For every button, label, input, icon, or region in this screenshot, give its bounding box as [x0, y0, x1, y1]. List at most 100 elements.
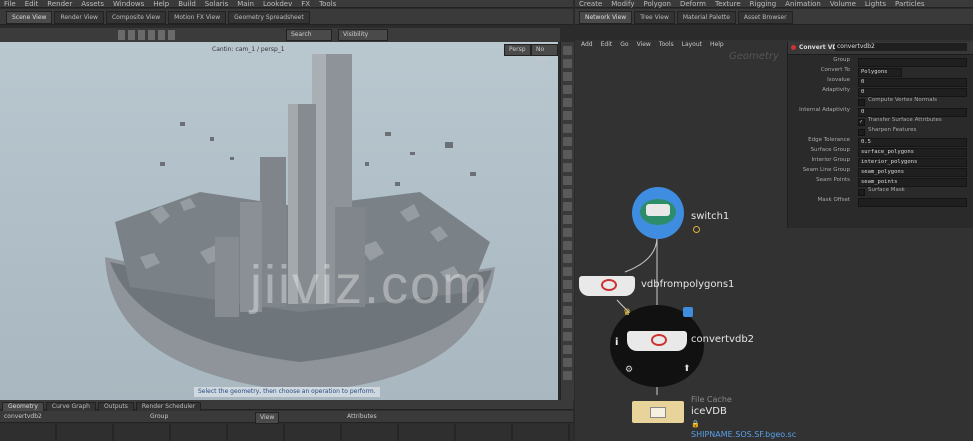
side-tool-icon[interactable]: [563, 254, 572, 263]
file-cache-node[interactable]: [632, 401, 684, 423]
parameter-checkbox[interactable]: [858, 99, 865, 106]
parameter-field[interactable]: seam_polygons: [858, 168, 967, 177]
side-tool-icon[interactable]: [563, 332, 572, 341]
side-tool-icon[interactable]: [563, 371, 572, 380]
shelf-tab-texture[interactable]: Texture: [715, 0, 741, 8]
parameter-checkbox-label: Surface Mask: [868, 187, 905, 193]
shelf-tab-deform[interactable]: Deform: [680, 0, 706, 8]
node-name-field[interactable]: convertvdb2: [835, 43, 967, 51]
side-tool-icon[interactable]: [563, 189, 572, 198]
3d-viewport[interactable]: Cantin: cam_1 / persp_1 Persp No cam jii…: [0, 42, 558, 400]
up-arrow-icon[interactable]: ⬆: [683, 364, 691, 374]
side-tool-icon[interactable]: [563, 280, 572, 289]
parameter-field[interactable]: interior_polygons: [858, 158, 967, 167]
side-tool-icon[interactable]: [563, 111, 572, 120]
parameter-label: Adaptivity: [822, 87, 850, 93]
parameter-field[interactable]: 0.5: [858, 138, 967, 147]
side-tool-icon[interactable]: [563, 163, 572, 172]
switch-flag-icon[interactable]: [693, 226, 700, 233]
menu-item-windows[interactable]: Windows: [113, 0, 144, 8]
shelf-tab-particles[interactable]: Particles: [895, 0, 925, 8]
spreadsheet-node-name[interactable]: convertvdb2: [4, 413, 42, 420]
vdbfrompolygons-node-label[interactable]: vdbfrompolygons1: [641, 279, 734, 290]
tab-network-view[interactable]: Network View: [579, 11, 633, 24]
side-tool-icon[interactable]: [563, 267, 572, 276]
parameter-field[interactable]: surface_polygons: [858, 148, 967, 157]
tab-tree-view[interactable]: Tree View: [634, 11, 675, 24]
side-tool-icon[interactable]: [563, 46, 572, 55]
menu-item-main[interactable]: Main: [237, 0, 254, 8]
shelf-tab-polygon[interactable]: Polygon: [643, 0, 671, 8]
side-tool-icon[interactable]: [563, 85, 572, 94]
menu-item-file[interactable]: File: [4, 0, 16, 8]
parameter-field[interactable]: [858, 58, 967, 67]
shelf-tab-rigging[interactable]: Rigging: [750, 0, 777, 8]
parameter-row: ✓ Transfer Surface Attributes: [788, 117, 973, 127]
side-tool-icon[interactable]: [563, 215, 572, 224]
tab-composite-view[interactable]: Composite View: [105, 11, 167, 24]
side-tool-icon[interactable]: [563, 228, 572, 237]
side-tool-icon[interactable]: [563, 72, 572, 81]
display-flag-icon[interactable]: [683, 307, 693, 317]
menu-item-fx[interactable]: FX: [301, 0, 310, 8]
tab-motion-fx-view[interactable]: Motion FX View: [168, 11, 227, 24]
side-tool-icon[interactable]: [563, 358, 572, 367]
side-tool-icon[interactable]: [563, 293, 572, 302]
tab-asset-browser[interactable]: Asset Browser: [737, 11, 793, 24]
lock-icon[interactable]: 🔒: [691, 420, 700, 428]
side-tool-icon[interactable]: [563, 345, 572, 354]
parameter-label: Seam Points: [816, 177, 850, 183]
parameter-checkbox[interactable]: [858, 129, 865, 136]
shelf-tab-lights[interactable]: Lights: [865, 0, 886, 8]
menu-item-build[interactable]: Build: [178, 0, 196, 8]
side-tool-icon[interactable]: [563, 150, 572, 159]
gear-icon[interactable]: ⚙: [625, 365, 633, 375]
parameter-field[interactable]: [858, 198, 967, 207]
side-tool-icon[interactable]: [563, 59, 572, 68]
menu-item-help[interactable]: Help: [153, 0, 169, 8]
parameter-field[interactable]: seam_points: [858, 178, 967, 187]
parameter-checkbox[interactable]: ✓: [858, 119, 865, 126]
vdbfrompolygons-node[interactable]: [579, 276, 635, 296]
convertvdb-node-label[interactable]: convertvdb2: [691, 334, 754, 345]
parameter-field[interactable]: 0: [858, 88, 967, 97]
switch-node[interactable]: [632, 187, 684, 239]
tab-geometry-spreadsheet[interactable]: Geometry Spreadsheet: [228, 11, 310, 24]
parameter-field[interactable]: Polygons: [858, 68, 902, 77]
display-options-icons[interactable]: [118, 30, 178, 40]
tab-material-palette[interactable]: Material Palette: [676, 11, 736, 24]
side-tool-icon[interactable]: [563, 241, 572, 250]
menu-item-edit[interactable]: Edit: [25, 0, 39, 8]
shelf-tab-volume[interactable]: Volume: [830, 0, 856, 8]
side-tool-icon[interactable]: [563, 137, 572, 146]
side-tool-icon[interactable]: [563, 98, 572, 107]
side-tool-icon[interactable]: [563, 319, 572, 328]
menu-item-render[interactable]: Render: [47, 0, 72, 8]
file-cache-node-label[interactable]: iceVDB: [691, 406, 727, 417]
parameter-field[interactable]: 0: [858, 108, 967, 117]
parameter-row: Interior Group interior_polygons: [788, 157, 973, 167]
tab-scene-view[interactable]: Scene View: [6, 11, 53, 24]
tab-render-view[interactable]: Render View: [54, 11, 104, 24]
parameter-checkbox[interactable]: [858, 189, 865, 196]
search-field[interactable]: Search: [286, 29, 332, 41]
menu-item-assets[interactable]: Assets: [81, 0, 104, 8]
spreadsheet-view-button[interactable]: View: [255, 412, 280, 424]
menu-item-tools[interactable]: Tools: [319, 0, 336, 8]
shelf-tab-create[interactable]: Create: [579, 0, 602, 8]
side-tool-icon[interactable]: [563, 202, 572, 211]
side-tool-icon[interactable]: [563, 176, 572, 185]
shelf-tab-animation[interactable]: Animation: [785, 0, 821, 8]
menu-item-lookdev[interactable]: Lookdev: [263, 0, 292, 8]
side-tool-icon[interactable]: [563, 306, 572, 315]
bypass-icon[interactable]: ♛: [623, 308, 631, 318]
convertvdb-node[interactable]: [627, 331, 687, 351]
shelf-tab-modify[interactable]: Modify: [611, 0, 634, 8]
visibility-dropdown[interactable]: Visibility: [338, 29, 388, 41]
switch-node-label[interactable]: switch1: [691, 211, 729, 222]
info-icon[interactable]: i: [615, 337, 618, 348]
menu-item-solaris[interactable]: Solaris: [205, 0, 228, 8]
viewport-side-toolbar[interactable]: [560, 42, 574, 400]
parameter-field[interactable]: 0: [858, 78, 967, 87]
side-tool-icon[interactable]: [563, 124, 572, 133]
